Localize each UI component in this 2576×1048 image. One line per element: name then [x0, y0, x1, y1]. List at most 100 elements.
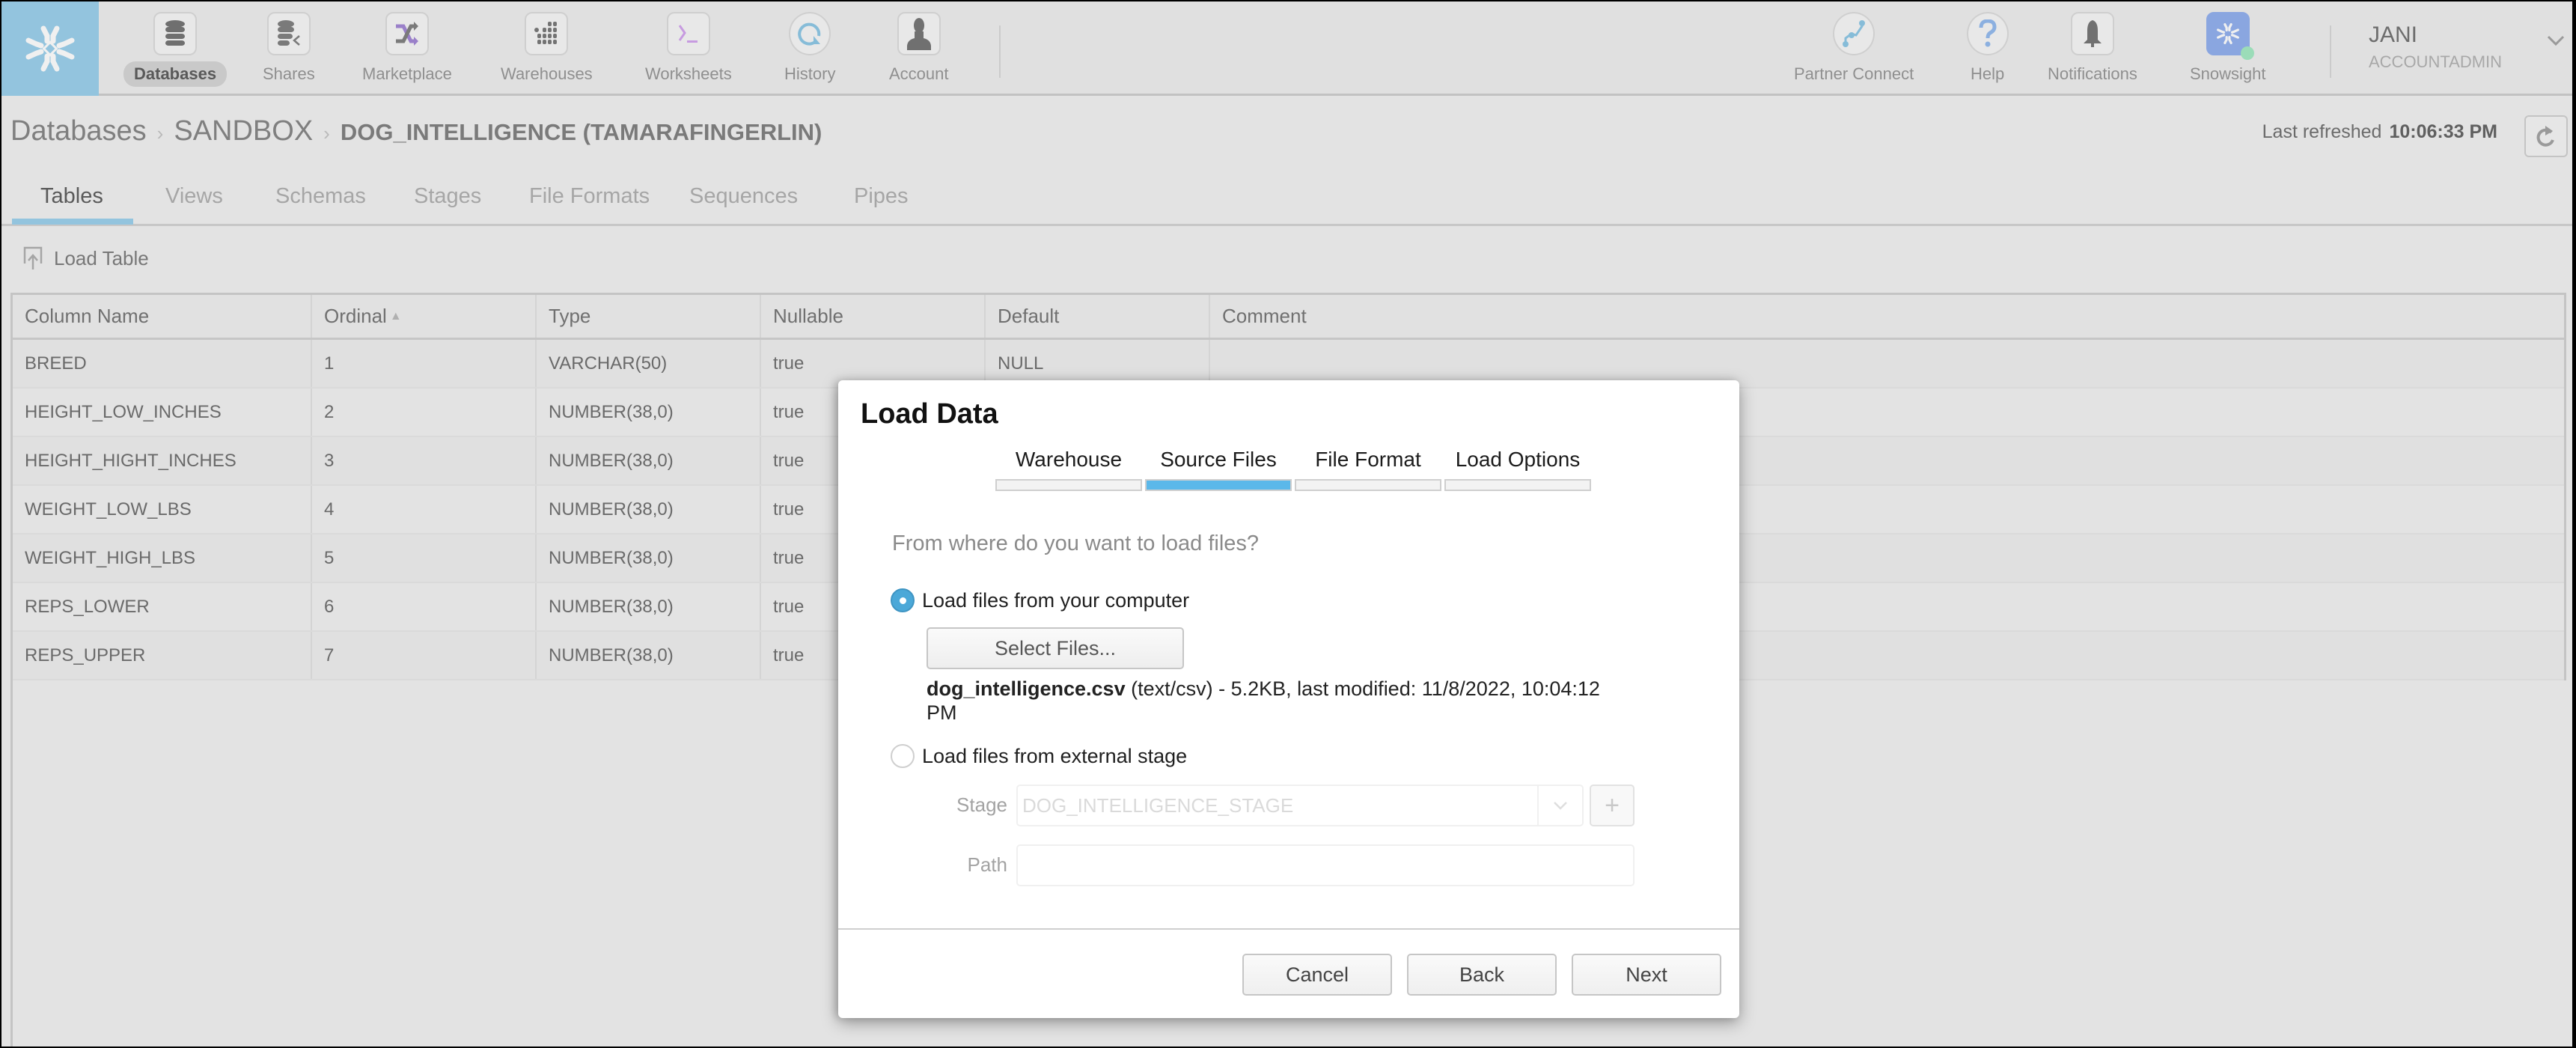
add-stage-button[interactable]: + [1590, 785, 1635, 826]
tab-file-formats[interactable]: File Formats [529, 184, 650, 209]
header-ordinal[interactable]: Ordinal ▲ [312, 295, 537, 338]
stage-select[interactable]: DOG_INTELLIGENCE_STAGE [1016, 785, 1584, 826]
tab-schemas[interactable]: Schemas [275, 184, 366, 209]
nav-history[interactable]: History [774, 1, 846, 96]
tab-views[interactable]: Views [165, 184, 223, 209]
snowsight-snowflake-icon [2206, 12, 2254, 60]
load-upload-icon [23, 246, 43, 269]
header-default[interactable]: Default [986, 295, 1210, 338]
breadcrumb-current: DOG_INTELLIGENCE (TAMARAFINGERLIN) [340, 119, 822, 145]
header-type[interactable]: Type [537, 295, 761, 338]
nav-worksheets[interactable]: Worksheets [635, 1, 742, 96]
cell-type: NUMBER(38,0) [537, 437, 761, 484]
history-refresh-icon [789, 12, 831, 55]
step-load-options[interactable]: Load Options [1444, 448, 1591, 491]
cell-ordinal: 4 [312, 486, 537, 533]
cell-column-name: REPS_LOWER [13, 583, 312, 630]
radio-button-unselected[interactable] [891, 744, 915, 768]
cell-column-name: BREED [13, 340, 312, 387]
next-button[interactable]: Next [1572, 954, 1721, 996]
step-source-files[interactable]: Source Files [1145, 448, 1292, 491]
back-button[interactable]: Back [1407, 954, 1557, 996]
step-progress-bar [1295, 479, 1441, 491]
tab-stages[interactable]: Stages [414, 184, 481, 209]
breadcrumb: Databases › SANDBOX › DOG_INTELLIGENCE (… [10, 115, 822, 147]
cell-ordinal: 6 [312, 583, 537, 630]
nav-snowsight[interactable]: Snowsight [2179, 1, 2277, 96]
step-progress-bar [1444, 479, 1591, 491]
cell-column-name: WEIGHT_HIGH_LBS [13, 534, 312, 582]
nav-shares[interactable]: Shares [252, 1, 326, 96]
warehouse-grid-icon [525, 12, 569, 55]
last-refreshed-time: 10:06:33 PM [2389, 121, 2497, 142]
step-file-format[interactable]: File Format [1295, 448, 1441, 491]
tab-tables[interactable]: Tables [40, 184, 103, 209]
dialog-title: Load Data [861, 398, 998, 430]
cell-ordinal: 1 [312, 340, 537, 387]
bell-icon [2070, 12, 2114, 55]
source-question: From where do you want to load files? [892, 531, 1260, 555]
cell-ordinal: 2 [312, 389, 537, 436]
radio-button-selected[interactable] [891, 588, 915, 612]
nav-databases[interactable]: Databases [123, 1, 228, 96]
step-progress-bar [995, 479, 1142, 491]
cell-ordinal: 5 [312, 534, 537, 582]
load-table-button[interactable]: Load Table [22, 246, 149, 271]
chevron-down-icon[interactable] [2546, 34, 2566, 50]
header-nullable[interactable]: Nullable [761, 295, 986, 338]
user-role: ACCOUNTADMIN [2369, 52, 2503, 71]
cell-type: NUMBER(38,0) [537, 486, 761, 533]
nav-divider [999, 25, 1001, 78]
tab-bar: Tables Views Schemas Stages File Formats… [1, 180, 2572, 226]
marketplace-shuffle-icon [385, 12, 429, 55]
cell-column-name: REPS_UPPER [13, 632, 312, 679]
database-icon [153, 12, 198, 55]
select-files-button[interactable]: Select Files... [927, 627, 1184, 669]
breadcrumb-sandbox[interactable]: SANDBOX [174, 115, 313, 147]
path-input[interactable] [1016, 844, 1635, 886]
breadcrumb-databases[interactable]: Databases [10, 115, 147, 147]
nav-account[interactable]: Account [879, 1, 959, 96]
table-header: Column Name Ordinal ▲ Type Nullable Defau… [13, 295, 2564, 340]
nav-marketplace[interactable]: Marketplace [352, 1, 463, 96]
status-dot [2240, 46, 2254, 60]
cell-type: NUMBER(38,0) [537, 389, 761, 436]
header-comment[interactable]: Comment [1210, 295, 2564, 338]
refresh-icon [2536, 126, 2554, 147]
sort-ascending-icon: ▲ [389, 309, 402, 323]
header-column-name[interactable]: Column Name [13, 295, 312, 338]
nav-divider-user [2330, 25, 2331, 78]
top-nav: Databases Shares Marketplace Warehouses … [1, 1, 2572, 96]
nav-notifications[interactable]: Notifications [2037, 1, 2148, 96]
chevron-down-icon [1537, 786, 1582, 825]
cell-column-name: WEIGHT_LOW_LBS [13, 486, 312, 533]
user-menu[interactable]: JANI ACCOUNTADMIN [2369, 22, 2502, 72]
step-progress-bar [1145, 479, 1292, 491]
load-data-dialog: Load Data Warehouse Source Files File Fo… [838, 380, 1739, 1018]
step-warehouse[interactable]: Warehouse [995, 448, 1142, 491]
last-refreshed: Last refreshed 10:06:33 PM [2262, 121, 2497, 142]
nav-help[interactable]: Help [1960, 1, 2015, 96]
radio-load-from-computer[interactable]: Load files from your computer [891, 588, 1189, 612]
cancel-button[interactable]: Cancel [1242, 954, 1392, 996]
table-empty-area [10, 680, 13, 1047]
file-name: dog_intelligence.csv [927, 677, 1126, 700]
snowflake-logo-icon [25, 25, 75, 72]
snowflake-logo[interactable] [1, 1, 99, 96]
nav-warehouses[interactable]: Warehouses [490, 1, 603, 96]
cell-ordinal: 3 [312, 437, 537, 484]
help-question-icon [1966, 12, 2009, 55]
tab-pipes[interactable]: Pipes [854, 184, 909, 209]
cell-type: VARCHAR(50) [537, 340, 761, 387]
nav-partner-connect[interactable]: Partner Connect [1783, 1, 1924, 96]
radio-load-from-stage[interactable]: Load files from external stage [891, 744, 1187, 768]
partner-connect-icon [1833, 12, 1875, 55]
user-name: JANI [2369, 22, 2418, 47]
cell-ordinal: 7 [312, 632, 537, 679]
chevron-right-icon: › [156, 122, 164, 144]
stage-label: Stage [956, 793, 1007, 816]
selected-file-info: dog_intelligence.csv (text/csv) - 5.2KB,… [927, 677, 1623, 725]
wizard-steps: Warehouse Source Files File Format Load … [995, 448, 1594, 491]
refresh-button[interactable] [2524, 115, 2568, 157]
tab-sequences[interactable]: Sequences [689, 184, 798, 209]
